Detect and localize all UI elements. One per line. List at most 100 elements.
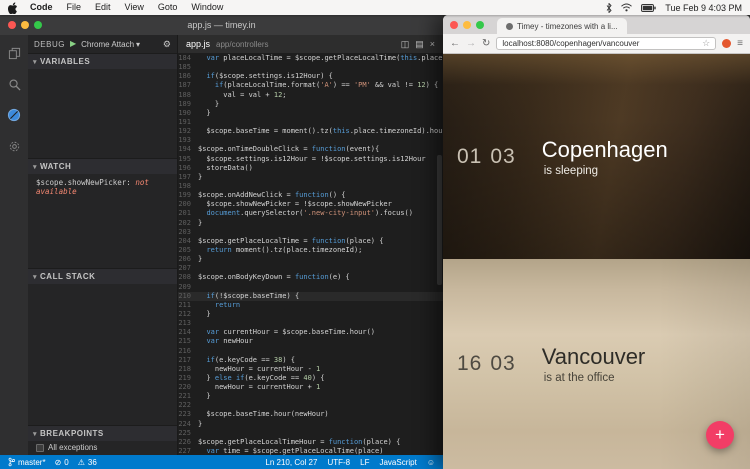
line-number[interactable]: 209: [178, 283, 198, 292]
battery-icon[interactable]: [641, 4, 656, 12]
line-number[interactable]: 194: [178, 145, 198, 154]
menu-item-file[interactable]: File: [60, 0, 89, 15]
code-line[interactable]: $scope.getPlaceLocalTimeHour = function(…: [198, 438, 400, 447]
vancouver-time[interactable]: 1603: [457, 352, 516, 376]
line-number[interactable]: 188: [178, 91, 198, 100]
code-line[interactable]: }: [198, 173, 202, 182]
copenhagen-time[interactable]: 0103: [457, 145, 516, 169]
line-number[interactable]: 213: [178, 319, 198, 328]
line-number[interactable]: 221: [178, 392, 198, 401]
warning-count[interactable]: ⚠ 36: [78, 458, 97, 467]
line-number[interactable]: 197: [178, 173, 198, 182]
menu-item-view[interactable]: View: [118, 0, 151, 15]
zoom-window-button[interactable]: [34, 21, 42, 29]
line-number[interactable]: 198: [178, 182, 198, 191]
menu-item-code[interactable]: Code: [23, 0, 60, 15]
code-line[interactable]: $scope.onTimeDoubleClick = function(even…: [198, 145, 379, 154]
line-number[interactable]: 211: [178, 301, 198, 310]
line-number[interactable]: 220: [178, 383, 198, 392]
add-city-button[interactable]: +: [706, 421, 734, 449]
line-number[interactable]: 201: [178, 209, 198, 218]
code-line[interactable]: return: [198, 301, 240, 310]
code-line[interactable]: storeData(): [198, 164, 253, 173]
line-number[interactable]: 226: [178, 438, 198, 447]
menubar-clock[interactable]: Tue Feb 9 4:03 PM: [665, 3, 742, 13]
apple-logo-icon[interactable]: [8, 2, 19, 13]
reload-button[interactable]: ↻: [482, 39, 490, 49]
settings-gear-icon[interactable]: [6, 138, 22, 154]
code-line[interactable]: return moment().tz(place.timezoneId);: [198, 246, 362, 255]
line-number[interactable]: 217: [178, 356, 198, 365]
line-number[interactable]: 202: [178, 219, 198, 228]
code-line[interactable]: }: [198, 109, 211, 118]
watch-expression-item[interactable]: $scope.showNewPicker: not available: [28, 174, 177, 200]
code-line[interactable]: $scope.onBodyKeyDown = function(e) {: [198, 273, 350, 282]
editor-scrollbar[interactable]: [437, 155, 442, 285]
forward-button[interactable]: →: [466, 39, 476, 49]
breakpoint-uncaught-exceptions[interactable]: ✓ Uncaught exceptions: [28, 454, 177, 455]
line-number[interactable]: 212: [178, 310, 198, 319]
browser-tab[interactable]: Timey - timezones with a li...: [497, 18, 627, 34]
split-editor-icon[interactable]: ◫: [401, 39, 410, 50]
line-number[interactable]: 195: [178, 155, 198, 164]
line-number[interactable]: 184: [178, 54, 198, 63]
code-line[interactable]: document.querySelector('.new-city-input'…: [198, 209, 413, 218]
code-line[interactable]: $scope.baseTime = moment().tz(this.place…: [198, 127, 443, 136]
url-text[interactable]: localhost:8080/copenhagen/vancouver: [502, 39, 698, 48]
line-number[interactable]: 191: [178, 118, 198, 127]
code-line[interactable]: $scope.settings.is12Hour = !$scope.setti…: [198, 155, 426, 164]
code-line[interactable]: newHour = currentHour + 1: [198, 383, 320, 392]
explorer-icon[interactable]: [6, 45, 22, 61]
wifi-icon[interactable]: [621, 3, 632, 12]
code-line[interactable]: var placeLocalTime = $scope.getPlaceLoca…: [198, 54, 443, 63]
zoom-window-button[interactable]: [476, 21, 484, 29]
line-number[interactable]: 205: [178, 246, 198, 255]
close-editor-icon[interactable]: ×: [430, 39, 435, 50]
code-line[interactable]: $scope.baseTime.hour(newHour): [198, 410, 329, 419]
minimize-window-button[interactable]: [463, 21, 471, 29]
line-number[interactable]: 186: [178, 72, 198, 81]
debug-config-select[interactable]: Chrome Attach ▾: [81, 40, 140, 49]
line-number[interactable]: 225: [178, 429, 198, 438]
watch-header[interactable]: ▾ WATCH: [28, 159, 177, 174]
code-line[interactable]: if(e.keyCode == 38) {: [198, 356, 295, 365]
line-number[interactable]: 190: [178, 109, 198, 118]
code-line[interactable]: }: [198, 310, 211, 319]
minimize-window-button[interactable]: [21, 21, 29, 29]
line-number[interactable]: 218: [178, 365, 198, 374]
code-line[interactable]: if(placeLocalTime.format('A') == 'PM' &&…: [198, 81, 438, 90]
line-number[interactable]: 200: [178, 200, 198, 209]
code-line[interactable]: if($scope.settings.is12Hour) {: [198, 72, 333, 81]
code-line[interactable]: $scope.getPlaceLocalTime = function(plac…: [198, 237, 383, 246]
start-debug-button[interactable]: ▶: [70, 40, 76, 48]
line-number[interactable]: 185: [178, 63, 198, 72]
code-line[interactable]: newHour = currentHour - 1: [198, 365, 320, 374]
line-number[interactable]: 206: [178, 255, 198, 264]
line-number[interactable]: 223: [178, 410, 198, 419]
line-number[interactable]: 203: [178, 228, 198, 237]
line-number[interactable]: 219: [178, 374, 198, 383]
feedback-smiley-icon[interactable]: ☺: [427, 458, 435, 467]
variables-header[interactable]: ▾ VARIABLES: [28, 54, 177, 69]
menu-item-goto[interactable]: Goto: [151, 0, 185, 15]
code-line[interactable]: var time = $scope.getPlaceLocalTime(plac…: [198, 447, 383, 455]
code-line[interactable]: $scope.showNewPicker = !$scope.showNewPi…: [198, 200, 392, 209]
cursor-position[interactable]: Ln 210, Col 27: [265, 458, 317, 467]
line-number[interactable]: 224: [178, 420, 198, 429]
line-number[interactable]: 208: [178, 273, 198, 282]
line-number[interactable]: 227: [178, 447, 198, 455]
address-bar[interactable]: localhost:8080/copenhagen/vancouver ☆: [496, 37, 716, 50]
language-mode[interactable]: JavaScript: [379, 458, 416, 467]
code-line[interactable]: var currentHour = $scope.baseTime.hour(): [198, 328, 375, 337]
line-number[interactable]: 192: [178, 127, 198, 136]
bookmark-star-icon[interactable]: ☆: [702, 39, 710, 48]
configure-debug-gear-icon[interactable]: ⚙: [163, 39, 171, 50]
line-number[interactable]: 199: [178, 191, 198, 200]
code-line[interactable]: }: [198, 219, 202, 228]
browser-menu-icon[interactable]: ≡: [737, 39, 743, 49]
code-line[interactable]: }: [198, 255, 202, 264]
line-number[interactable]: 189: [178, 100, 198, 109]
debug-icon[interactable]: [6, 107, 22, 123]
line-number[interactable]: 216: [178, 347, 198, 356]
code-line[interactable]: }: [198, 392, 211, 401]
